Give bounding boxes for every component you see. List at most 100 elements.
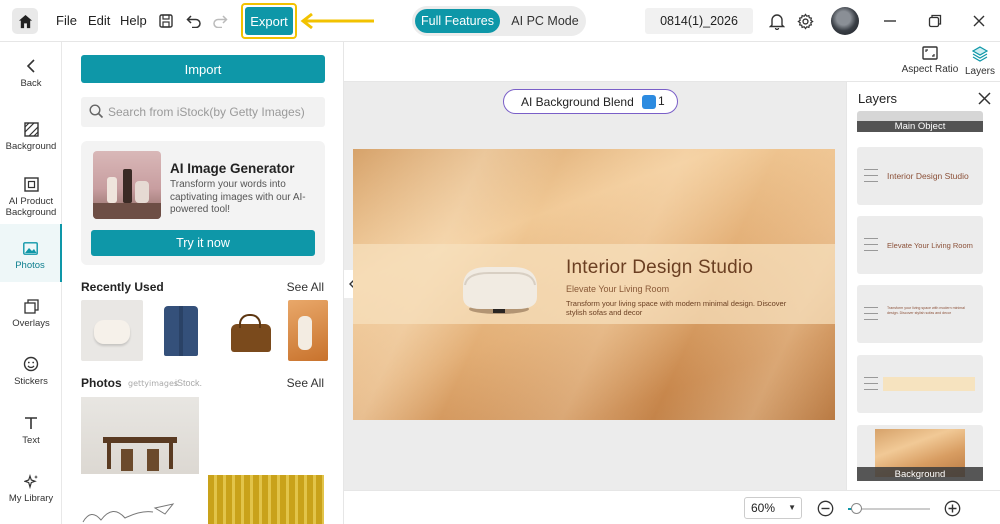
undo-icon[interactable] <box>183 10 205 32</box>
rail-item-ai-product-background[interactable]: AI Product Background <box>0 175 62 225</box>
ai-generator-thumbnail <box>93 151 161 219</box>
zoom-value: 60% <box>751 501 776 515</box>
caret-down-icon: ▼ <box>788 503 796 512</box>
menu-help[interactable]: Help <box>120 13 147 28</box>
layers-panel: Layers Main Object Interior Design Studi… <box>846 82 1000 490</box>
menu-edit[interactable]: Edit <box>88 13 110 28</box>
layer-text-subtitle[interactable]: Elevate Your Living Room <box>857 216 983 274</box>
recent-thumb-shirt[interactable] <box>150 300 212 361</box>
close-icon[interactable] <box>978 92 991 105</box>
rail-item-background[interactable]: Background <box>0 120 62 160</box>
ai-pc-mode-tab[interactable]: AI PC Mode <box>507 9 583 33</box>
layers-icon <box>972 46 988 62</box>
layer-label: Background <box>857 467 983 481</box>
layer-text: Elevate Your Living Room <box>887 241 973 250</box>
home-icon <box>18 14 32 28</box>
rail-item-stickers[interactable]: Stickers <box>0 355 62 395</box>
zoom-in-icon[interactable] <box>944 500 961 517</box>
try-it-now-button[interactable]: Try it now <box>91 230 315 256</box>
layer-main-object[interactable]: Main Object <box>857 111 983 132</box>
top-bar: File Edit Help Export Full Features AI P… <box>0 0 1000 42</box>
zoom-select[interactable]: 60% ▼ <box>744 497 802 519</box>
back-button[interactable]: Back <box>0 57 62 97</box>
rail-item-photos[interactable]: Photos <box>0 224 62 282</box>
sparkle-icon <box>22 472 40 490</box>
layers-button[interactable]: Layers <box>963 46 997 77</box>
zoom-slider-handle[interactable] <box>850 503 862 514</box>
photo-thumb-sketch[interactable] <box>81 500 181 524</box>
chair-object[interactable] <box>457 257 541 317</box>
back-label: Back <box>20 78 42 89</box>
mode-switch: Full Features AI PC Mode <box>412 6 586 36</box>
blend-label: AI Background Blend <box>521 95 634 109</box>
import-button[interactable]: Import <box>81 55 325 83</box>
full-features-tab[interactable]: Full Features <box>415 9 500 33</box>
restore-icon[interactable] <box>924 10 946 32</box>
zoom-out-icon[interactable] <box>817 500 834 517</box>
export-button[interactable]: Export <box>245 7 293 35</box>
rail-item-text[interactable]: Text <box>0 414 62 454</box>
sticker-icon <box>22 355 40 373</box>
rail-label: Overlays <box>12 318 50 329</box>
redo-icon[interactable] <box>209 10 231 32</box>
design-canvas[interactable]: Interior Design Studio Elevate Your Livi… <box>353 149 835 420</box>
layer-text-description[interactable]: Transform your living space with modern … <box>857 285 983 343</box>
gettyimages-logo: gettyimages <box>128 379 179 388</box>
ai-background-blend-button[interactable]: AI Background Blend 1 <box>503 89 678 114</box>
minimize-icon[interactable] <box>879 10 901 32</box>
design-title[interactable]: Interior Design Studio <box>566 257 753 279</box>
recent-thumb-chair[interactable] <box>81 300 143 361</box>
aspect-ratio-label: Aspect Ratio <box>901 64 959 75</box>
menu-file[interactable]: File <box>56 13 77 28</box>
rail-label: AI Product Background <box>5 196 57 218</box>
ai-product-icon <box>22 175 40 193</box>
rail-label: Photos <box>15 260 45 271</box>
layers-label: Layers <box>964 66 995 77</box>
search-icon <box>89 104 104 119</box>
layer-text-title[interactable]: Interior Design Studio <box>857 147 983 205</box>
search-input[interactable] <box>108 105 308 119</box>
chevron-left-icon <box>22 57 40 75</box>
layer-label: Main Object <box>857 121 983 132</box>
layer-text: Transform your living space with modern … <box>887 306 965 315</box>
ai-card-title: AI Image Generator <box>170 161 295 176</box>
overlays-icon <box>22 297 40 315</box>
ai-card-description: Transform your words into captivating im… <box>170 179 306 215</box>
gear-icon[interactable] <box>794 10 816 32</box>
zoom-bar: 60% ▼ <box>344 490 1000 524</box>
credit-icon <box>642 95 656 109</box>
background-icon <box>22 120 40 138</box>
arrow-left-icon <box>300 12 374 30</box>
recent-thumb-bag[interactable] <box>219 300 281 361</box>
bell-icon[interactable] <box>766 10 788 32</box>
istock-logo: iStock. <box>175 378 203 388</box>
photos-title: Photos <box>81 376 122 390</box>
aspect-ratio-icon <box>922 46 938 60</box>
left-rail: Back Background AI Product Background Ph… <box>0 42 62 524</box>
photo-thumb-gold[interactable] <box>208 475 324 524</box>
layer-background[interactable]: Background <box>857 425 983 481</box>
blend-count: 1 <box>658 94 665 108</box>
recently-used-see-all[interactable]: See All <box>287 280 324 294</box>
photos-panel: Import AI Image Generator Transform your… <box>62 42 344 524</box>
close-icon[interactable] <box>968 10 990 32</box>
home-button[interactable] <box>12 8 38 34</box>
project-name-field[interactable]: 0814(1)_2026 <box>645 8 753 34</box>
image-icon <box>21 239 39 257</box>
photo-thumb-dining[interactable] <box>81 397 199 474</box>
layer-text: Interior Design Studio <box>887 171 969 181</box>
layer-band[interactable] <box>857 355 983 413</box>
rail-label: Text <box>22 435 40 446</box>
design-description[interactable]: Transform your living space with modern … <box>566 299 796 318</box>
aspect-ratio-button[interactable]: Aspect Ratio <box>901 46 959 75</box>
save-icon[interactable] <box>155 10 177 32</box>
rail-item-my-library[interactable]: My Library <box>0 472 62 512</box>
design-subtitle[interactable]: Elevate Your Living Room <box>566 284 669 294</box>
rail-item-overlays[interactable]: Overlays <box>0 297 62 337</box>
rail-label: Background <box>5 141 57 152</box>
avatar[interactable] <box>831 7 859 35</box>
photos-see-all[interactable]: See All <box>287 376 324 390</box>
ai-image-generator-card: AI Image Generator Transform your words … <box>81 141 325 265</box>
rail-label: Stickers <box>14 376 48 387</box>
recent-thumb-shoe[interactable] <box>288 300 328 361</box>
